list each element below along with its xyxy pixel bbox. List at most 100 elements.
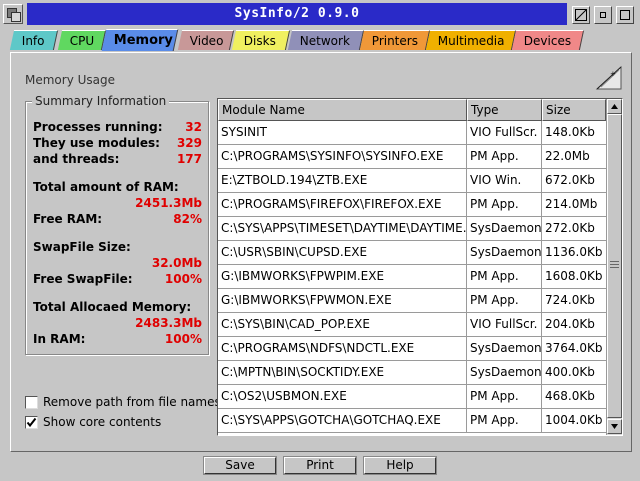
table-body: SYSINIT VIO FullScr. 148.0Kb C:\PROGRAMS\SY… <box>218 121 606 435</box>
maximize-window-icon[interactable] <box>616 6 634 24</box>
type-cell: VIO FullScr. <box>467 121 542 144</box>
table-row[interactable]: G:\IBMWORKS\FPWMON.EXE PM App. 724.0Kb <box>218 289 606 313</box>
help-button[interactable]: Help <box>364 457 436 474</box>
threads-value: 177 <box>176 152 202 166</box>
size-cell: 672.0Kb <box>545 173 595 187</box>
remove-path-checkbox[interactable] <box>25 395 38 409</box>
column-header-module-name[interactable]: Module Name <box>218 99 467 121</box>
table-row[interactable]: C:\OS2\USBMON.EXE PM App. 468.0Kb <box>218 385 606 409</box>
allocated-label: Total Allocaed Memory: <box>33 300 192 314</box>
size-cell: 214.0Mb <box>545 197 598 211</box>
tab-disks[interactable]: Disks <box>231 30 291 50</box>
window-title[interactable]: SysInfo/2 0.9.0 <box>27 3 567 25</box>
size-cell: 3764.0Kb <box>545 341 603 355</box>
panel-title: Memory Usage <box>25 73 116 87</box>
free-ram-value: 82% <box>173 212 202 226</box>
table-row[interactable]: G:\IBMWORKS\FPWPIM.EXE PM App. 1608.0Kb <box>218 265 606 289</box>
table-row[interactable]: C:\MPTN\BIN\SOCKTIDY.EXE SysDaemon 400.0Kb <box>218 361 606 385</box>
svg-text:+: + <box>610 70 616 78</box>
table-row[interactable]: C:\PROGRAMS\NDFS\NDCTL.EXE SysDaemon 3764.… <box>218 337 606 361</box>
tab-memory[interactable]: Memory <box>101 29 179 51</box>
memory-panel: Memory Usage + Summary Information Proce… <box>10 52 632 452</box>
in-ram-label: In RAM: <box>33 332 86 346</box>
show-core-label[interactable]: Show core contents <box>43 415 161 429</box>
type-cell: PM App. <box>467 193 542 216</box>
tab-info[interactable]: Info <box>9 30 59 50</box>
module-name-cell: C:\SYS\APPS\TIMESET\DAYTIME\DAYTIME.EXE <box>218 217 467 240</box>
size-cell: 272.0Kb <box>545 221 595 235</box>
threads-label: and threads: <box>33 152 120 166</box>
module-name-cell: C:\PROGRAMS\NDFS\NDCTL.EXE <box>218 337 467 360</box>
tab-network[interactable]: Network <box>287 30 365 50</box>
table-row[interactable]: C:\USR\SBIN\CUPSD.EXE SysDaemon 1136.0Kb <box>218 241 606 265</box>
show-core-option[interactable]: Show core contents <box>25 414 161 430</box>
type-cell: SysDaemon <box>467 241 542 264</box>
minimize-window-icon[interactable] <box>594 6 612 24</box>
system-menu-icon[interactable] <box>3 4 23 24</box>
scroll-up-icon[interactable] <box>607 99 622 114</box>
modules-label: They use modules: <box>33 136 160 150</box>
type-cell: PM App. <box>467 289 542 312</box>
size-cell: 204.0Kb <box>545 317 595 331</box>
type-cell: PM App. <box>467 409 542 432</box>
table-row[interactable]: C:\SYS\APPS\TIMESET\DAYTIME\DAYTIME.EXE S… <box>218 217 606 241</box>
module-name-cell: G:\IBMWORKS\FPWPIM.EXE <box>218 265 467 288</box>
summary-title: Summary Information <box>32 94 170 108</box>
tab-cpu[interactable]: CPU <box>57 30 107 50</box>
hide-window-icon[interactable] <box>572 6 590 24</box>
save-button[interactable]: Save <box>204 457 276 474</box>
tab-video[interactable]: Video <box>177 30 235 50</box>
notebook-corner-icon[interactable]: + <box>595 65 623 91</box>
vertical-scrollbar[interactable] <box>606 99 622 435</box>
module-name-cell: SYSINIT <box>218 121 467 144</box>
title-bar: SysInfo/2 0.9.0 <box>0 0 640 30</box>
type-cell: PM App. <box>467 145 542 168</box>
size-cell: 400.0Kb <box>545 365 595 379</box>
table-row[interactable]: SYSINIT VIO FullScr. 148.0Kb <box>218 121 606 145</box>
module-name-cell: C:\MPTN\BIN\SOCKTIDY.EXE <box>218 361 467 384</box>
size-cell: 22.0Mb <box>545 149 590 163</box>
total-ram-label: Total amount of RAM: <box>33 180 179 194</box>
type-cell: SysDaemon <box>467 217 542 240</box>
tab-printers[interactable]: Printers <box>359 30 431 50</box>
type-cell: PM App. <box>467 265 542 288</box>
free-ram-label: Free RAM: <box>33 212 103 226</box>
table-row[interactable]: C:\PROGRAMS\SYSINFO\SYSINFO.EXE PM App. 22… <box>218 145 606 169</box>
tab-devices[interactable]: Devices <box>511 30 585 50</box>
module-name-cell: G:\IBMWORKS\FPWMON.EXE <box>218 289 467 312</box>
table-row[interactable]: E:\ZTBOLD.194\ZTB.EXE VIO Win. 672.0Kb <box>218 169 606 193</box>
tab-bar: Info CPU Memory Video Disks Network Prin… <box>8 29 632 52</box>
size-cell: 1136.0Kb <box>545 245 603 259</box>
scroll-thumb[interactable] <box>607 114 622 418</box>
module-name-cell: C:\SYS\APPS\GOTCHA\GOTCHAQ.EXE <box>218 409 467 432</box>
size-cell: 724.0Kb <box>545 293 595 307</box>
table-row[interactable]: C:\PROGRAMS\FIREFOX\FIREFOX.EXE PM App. 21… <box>218 193 606 217</box>
column-header-size[interactable]: Size <box>542 99 606 121</box>
type-cell: SysDaemon <box>467 337 542 360</box>
type-cell: SysDaemon <box>467 361 542 384</box>
free-swap-label: Free SwapFile: <box>33 272 133 286</box>
column-header-type[interactable]: Type <box>467 99 542 121</box>
size-cell: 148.0Kb <box>545 125 595 139</box>
size-cell: 1608.0Kb <box>545 269 603 283</box>
print-button[interactable]: Print <box>284 457 356 474</box>
processes-value: 32 <box>185 120 202 134</box>
module-name-cell: C:\SYS\BIN\CAD_POP.EXE <box>218 313 467 336</box>
tab-multimedia[interactable]: Multimedia <box>425 30 517 50</box>
size-cell: 468.0Kb <box>545 389 595 403</box>
table-row[interactable]: C:\SYS\BIN\CAD_POP.EXE VIO FullScr. 204.0K… <box>218 313 606 337</box>
module-table[interactable]: Module Name Type Size SYSINIT VIO FullScr… <box>217 98 623 436</box>
remove-path-option[interactable]: Remove path from file names <box>25 394 221 410</box>
swap-size-label: SwapFile Size: <box>33 240 131 254</box>
size-cell: 1004.0Kb <box>545 413 603 427</box>
show-core-checkbox[interactable] <box>25 415 38 429</box>
type-cell: VIO FullScr. <box>467 313 542 336</box>
module-name-cell: E:\ZTBOLD.194\ZTB.EXE <box>218 169 467 192</box>
type-cell: PM App. <box>467 385 542 408</box>
allocated-value: 2483.3Mb <box>135 316 202 330</box>
scroll-down-icon[interactable] <box>607 419 622 434</box>
in-ram-value: 100% <box>164 332 202 346</box>
summary-group: Summary Information Processes running: 3… <box>25 94 209 355</box>
remove-path-label[interactable]: Remove path from file names <box>43 395 221 409</box>
table-row[interactable]: C:\SYS\APPS\GOTCHA\GOTCHAQ.EXE PM App. 100… <box>218 409 606 433</box>
